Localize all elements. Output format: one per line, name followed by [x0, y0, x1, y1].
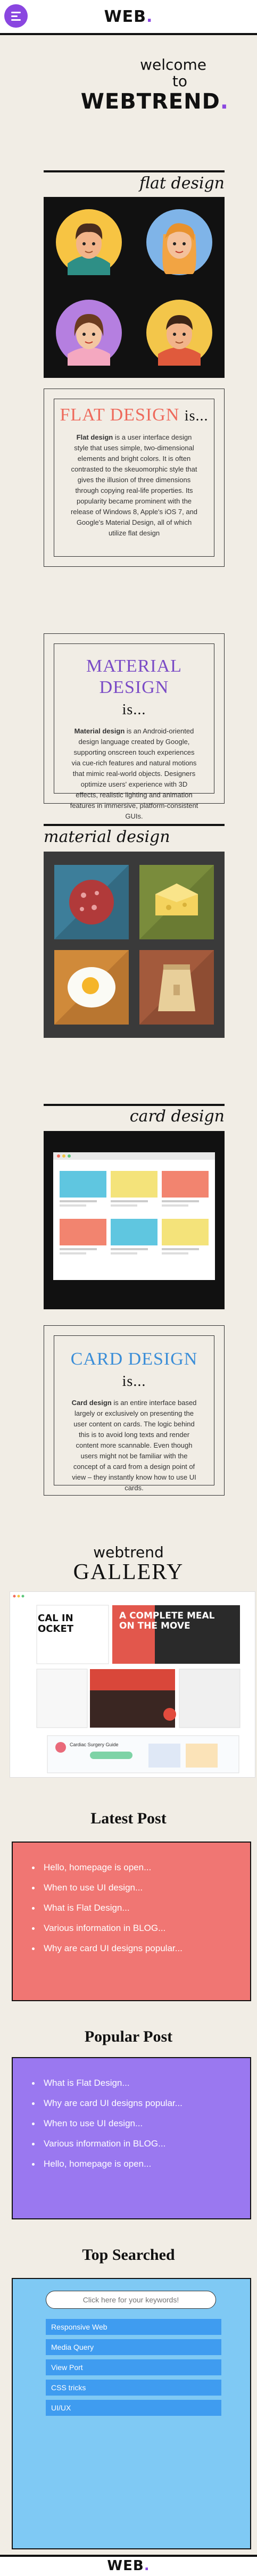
flat-heading-suffix: is... [184, 408, 209, 424]
latest-post-item[interactable]: When to use UI design... [32, 1878, 250, 1898]
popular-post-item[interactable]: Why are card UI designs popular... [32, 2093, 250, 2113]
salami-icon [54, 865, 129, 939]
search-tag[interactable]: View Port [46, 2359, 221, 2375]
popular-post-list: What is Flat Design... Why are card UI d… [13, 2058, 250, 2174]
latest-post-item[interactable]: What is Flat Design... [32, 1898, 250, 1918]
latest-post-item[interactable]: Hello, homepage is open... [32, 1857, 250, 1878]
card-term: Card design [71, 1399, 112, 1407]
gallery-tile-1-headline: CAL IN OCKET [38, 1613, 74, 1634]
egg-icon [54, 950, 129, 1025]
footer-logo-text: WEB [107, 2558, 144, 2574]
gallery-tile-2-headline: A COMPLETE MEAL ON THE MOVE [119, 1611, 215, 1631]
search-tag[interactable]: Media Query [46, 2339, 221, 2355]
card-description-card: CARD DESIGN is... Card design is an enti… [44, 1325, 225, 1496]
gallery-subtitle: webtrend [93, 1543, 164, 1561]
material-description-inner: MATERIAL DESIGN is... Material design is … [54, 643, 214, 820]
card-heading: CARD DESIGN is... [60, 1349, 209, 1392]
top-bar: WEB. [0, 0, 257, 35]
latest-post-box: Hello, homepage is open... When to use U… [12, 1842, 251, 2001]
latest-post-list: Hello, homepage is open... When to use U… [13, 1843, 250, 1959]
gallery-panel: CAL IN OCKET A COMPLETE MEAL ON THE MOVE… [10, 1591, 255, 1778]
welcome-line1: welcome [140, 56, 206, 73]
gallery-tile-5 [179, 1669, 241, 1728]
popular-post-box: What is Flat Design... Why are card UI d… [12, 2057, 251, 2219]
material-icons-illustration [54, 865, 214, 1025]
material-section-title: material design [44, 828, 170, 846]
avatar-girl-icon [56, 300, 122, 366]
flat-heading: FLAT DESIGN is... [60, 404, 209, 427]
card-mockup-illustration [53, 1152, 215, 1280]
popular-post-item[interactable]: Hello, homepage is open... [32, 2154, 250, 2174]
top-searched-title: Top Searched [82, 2246, 175, 2264]
cheese-icon [139, 865, 214, 939]
welcome-line2: to [172, 72, 187, 90]
material-heading-suffix: is... [122, 701, 146, 718]
material-term: Material design [74, 727, 125, 735]
card-section-title: card design [129, 1107, 225, 1126]
logo-text: WEB [104, 7, 147, 26]
flat-avatars-illustration [56, 209, 212, 366]
avatar-woman-icon [146, 209, 212, 275]
flat-body: is a user interface design style that us… [70, 433, 198, 537]
latest-post-title: Latest Post [90, 1810, 167, 1827]
section-divider [44, 170, 225, 172]
flat-section-title: flat design [139, 174, 225, 193]
popular-post-item[interactable]: When to use UI design... [32, 2113, 250, 2134]
welcome-heading: welcome to WEBTREND. [0, 56, 229, 114]
flour-bag-icon [139, 950, 214, 1025]
popular-post-title: Popular Post [84, 2028, 173, 2045]
material-icons-panel [44, 852, 225, 1038]
keyword-search-input[interactable] [46, 2291, 216, 2309]
search-tag[interactable]: CSS tricks [46, 2380, 221, 2396]
welcome-dot: . [220, 89, 229, 114]
logo-dot: . [146, 7, 153, 26]
avatar-boy-icon [146, 300, 212, 366]
flat-heading-text: FLAT DESIGN [60, 405, 180, 425]
flat-term: Flat design [76, 433, 113, 441]
footer-logo[interactable]: WEB. [0, 2558, 257, 2574]
top-searched-box: Responsive Web Media Query View Port CSS… [12, 2278, 251, 2549]
popular-post-item[interactable]: What is Flat Design... [32, 2073, 250, 2093]
material-heading: MATERIAL DESIGN is... [60, 656, 209, 721]
material-description-card: MATERIAL DESIGN is... Material design is … [44, 633, 225, 820]
card-heading-text: CARD DESIGN [70, 1349, 198, 1369]
latest-post-item[interactable]: Why are card UI designs popular... [32, 1938, 250, 1959]
top-searched-list: Responsive Web Media Query View Port CSS… [46, 2319, 221, 2420]
flat-avatars-panel [44, 197, 225, 378]
gallery-tile-6-label: Cardiac Surgery Guide [70, 1742, 119, 1747]
site-logo[interactable]: WEB. [0, 7, 257, 26]
card-body: is an entire interface based largely or … [72, 1399, 197, 1492]
card-heading-suffix: is... [122, 1373, 146, 1390]
footer-logo-dot: . [144, 2558, 150, 2574]
footer: WEB. [0, 2555, 257, 2576]
gallery-title: GALLERY [73, 1560, 184, 1584]
material-heading-text: MATERIAL DESIGN [86, 656, 182, 697]
card-description-text: Card design is an entire interface based… [60, 1398, 209, 1493]
page: WEB. welcome to WEBTREND. flat design FL… [0, 0, 257, 2576]
section-divider [44, 1104, 225, 1106]
gallery-tile-3 [36, 1669, 88, 1728]
material-description-text: Material design is an Android-oriented d… [60, 726, 209, 822]
card-mockup-panel [44, 1131, 225, 1309]
section-divider [44, 824, 225, 826]
avatar-man-icon [56, 209, 122, 275]
welcome-line3: WEBTREND. [0, 89, 229, 114]
material-body: is an Android-oriented design language c… [70, 727, 198, 820]
flat-description-card: FLAT DESIGN is... Flat design is a user … [44, 389, 225, 567]
flat-description-text: Flat design is a user interface design s… [60, 432, 209, 539]
welcome-brand: WEBTREND [80, 89, 220, 114]
search-tag[interactable]: UI/UX [46, 2400, 221, 2416]
popular-post-item[interactable]: Various information in BLOG... [32, 2134, 250, 2154]
search-tag[interactable]: Responsive Web [46, 2319, 221, 2335]
latest-post-item[interactable]: Various information in BLOG... [32, 1918, 250, 1938]
card-description-inner: CARD DESIGN is... Card design is an enti… [54, 1335, 214, 1492]
flat-description-inner: FLAT DESIGN is... Flat design is a user … [54, 399, 214, 557]
